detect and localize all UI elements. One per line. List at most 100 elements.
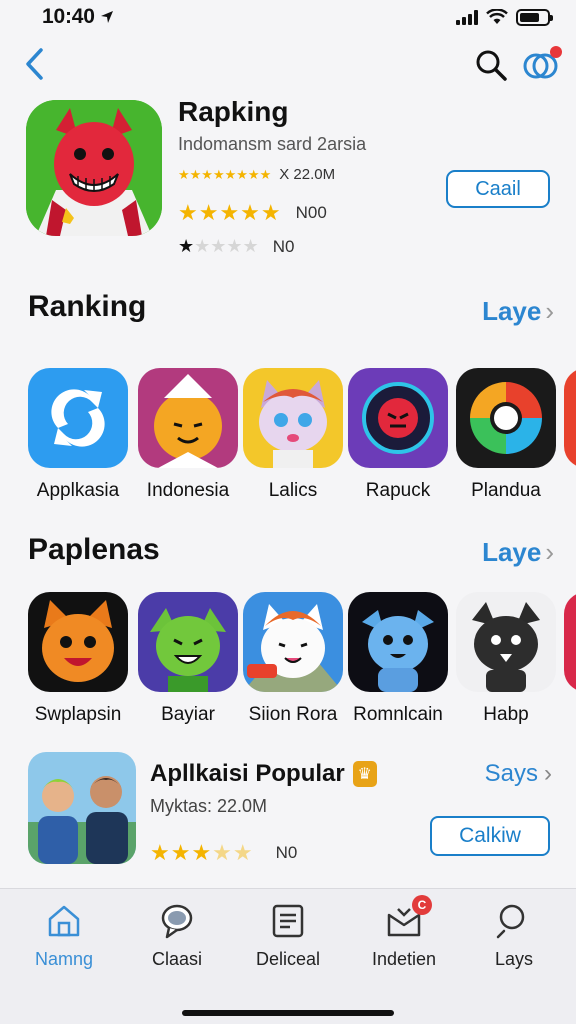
swirl-icon [456, 368, 556, 468]
featured-meta-text: X 22.0M [279, 166, 336, 183]
search-icon [476, 50, 507, 81]
popular-see-link[interactable]: Says › [485, 760, 552, 788]
popular-title-text: Apllkaisi Popular [150, 760, 345, 787]
app-row-paplenas: Swplapsin Bayiar Siion Rora Romnlcain Ha… [0, 592, 576, 732]
tab-label: Namng [34, 949, 94, 969]
popular-app: Apllkaisi Popular ♛ Myktas: 22.0M ★★★★★ … [0, 752, 576, 872]
app-tile[interactable]: Applkasia [26, 368, 130, 502]
app-tile[interactable]: Swplapsin [26, 592, 130, 726]
popular-link-label: Says [484, 760, 538, 787]
app-label: Lalics [268, 480, 318, 501]
app-label: Rapuck [365, 480, 431, 501]
chat-icon [157, 901, 197, 941]
inbox-icon: C [384, 895, 432, 941]
popular-rating-label: N0 [275, 843, 298, 862]
goblin-icon [138, 592, 238, 692]
featured-rating-label: N00 [295, 203, 327, 222]
popular-app-title: Apllkaisi Popular ♛ [150, 760, 377, 788]
list-icon [268, 901, 308, 941]
kitten-icon [243, 592, 343, 692]
monster-icon [348, 592, 448, 692]
partial-app-icon [564, 592, 576, 692]
app-label: Siion Rora [248, 704, 338, 725]
app-tile[interactable]: Habp [454, 592, 558, 726]
nav-bar [0, 40, 576, 90]
rating-stars-secondary: ★★★★★ [178, 236, 259, 256]
app-label: Plandua [471, 480, 541, 501]
app-tile-partial[interactable] [562, 368, 576, 468]
chevron-right-icon: › [545, 537, 554, 567]
chevron-right-icon: › [544, 760, 552, 787]
app-tile[interactable]: Lalics [241, 368, 345, 502]
notification-dot [550, 46, 562, 58]
app-label: Bayiar [161, 704, 215, 725]
featured-app-icon[interactable] [26, 100, 162, 236]
tab-inbox[interactable]: C Indetien [354, 895, 454, 970]
featured-rating: ★★★★★ N00 [178, 200, 327, 226]
popular-get-button[interactable]: Calkiw [430, 816, 550, 856]
tab-search[interactable]: Lays [464, 901, 564, 970]
featured-rating2-label: N0 [272, 236, 295, 256]
rating-stars: ★★★★★ [178, 200, 282, 225]
search-button[interactable] [472, 46, 510, 84]
tab-label: Deliceal [255, 949, 321, 969]
featured-app-subtitle: Indomansm sard 2arsia [178, 134, 367, 154]
home-icon [44, 901, 84, 941]
refresh-icon [28, 368, 128, 468]
app-tile[interactable]: Bayiar [136, 592, 240, 726]
app-tile[interactable]: Siion Rora [241, 592, 345, 726]
section-link-label: Laye [482, 296, 542, 326]
app-tile[interactable]: Indonesia [136, 368, 240, 502]
location-arrow-icon [100, 11, 113, 23]
partial-app-icon [564, 368, 576, 468]
featured-rating-secondary: ★★★★★ N0 [178, 236, 294, 257]
tab-label: Claasi [151, 949, 203, 969]
app-tile[interactable]: Romnlcain [346, 592, 450, 726]
featured-app-meta: ★★★★★★★★ X 22.0M [178, 166, 335, 183]
featured-app-title: Rapking [178, 96, 289, 127]
section-title-paplenas: Paplenas [28, 533, 160, 566]
tab-home[interactable]: Namng [14, 901, 114, 970]
search-icon [494, 901, 534, 941]
profile-button[interactable] [520, 44, 564, 86]
app-label: Romnlcain [353, 704, 443, 725]
app-tile-partial[interactable] [562, 592, 576, 692]
tab-label: Indetien [371, 949, 437, 969]
app-label: Habp [483, 704, 529, 725]
get-button[interactable]: Caail [446, 170, 550, 208]
home-indicator [182, 1010, 394, 1016]
status-bar: 10:40 [0, 0, 576, 34]
mini-stars: ★★★★★★★★ [178, 166, 272, 182]
section-link-ranking[interactable]: Laye › [482, 296, 554, 327]
back-button[interactable] [16, 44, 52, 84]
section-title-ranking: Ranking [28, 290, 147, 323]
tab-chat[interactable]: Claasi [127, 901, 227, 970]
devil-mascot-icon [26, 100, 162, 236]
app-label: Indonesia [146, 480, 230, 501]
app-row-ranking: Applkasia Indonesia Lalics Rapuck Plandu… [0, 368, 576, 508]
crown-badge-icon: ♛ [352, 761, 377, 787]
app-label: Applkasia [36, 480, 120, 501]
chevron-right-icon: › [545, 296, 554, 326]
tab-label: Lays [494, 949, 534, 969]
app-tile[interactable]: Rapuck [346, 368, 450, 502]
tab-list[interactable]: Deliceal [238, 901, 338, 970]
featured-app: Rapking Indomansm sard 2arsia ★★★★★★★★ X… [0, 96, 576, 266]
mask-icon [348, 368, 448, 468]
wifi-icon [486, 9, 508, 24]
fox-icon [28, 592, 128, 692]
popular-app-meta: Myktas: 22.0M [150, 796, 268, 816]
app-tile[interactable]: Plandua [454, 368, 558, 502]
status-time: 10:40 [42, 5, 95, 28]
section-link-paplenas[interactable]: Laye › [482, 537, 554, 568]
chevron-left-icon [26, 48, 43, 80]
tiger-icon [138, 368, 238, 468]
popular-rating: ★★★★★ N0 [150, 840, 297, 866]
popular-app-icon[interactable] [28, 752, 136, 864]
tab-bar: Namng Claasi Deliceal C Indetien Lays [0, 888, 576, 1024]
cellular-signal-icon [456, 9, 478, 25]
bat-icon [456, 592, 556, 692]
cat-icon [243, 368, 343, 468]
app-label: Swplapsin [34, 704, 122, 725]
section-link-label: Laye [482, 537, 542, 567]
